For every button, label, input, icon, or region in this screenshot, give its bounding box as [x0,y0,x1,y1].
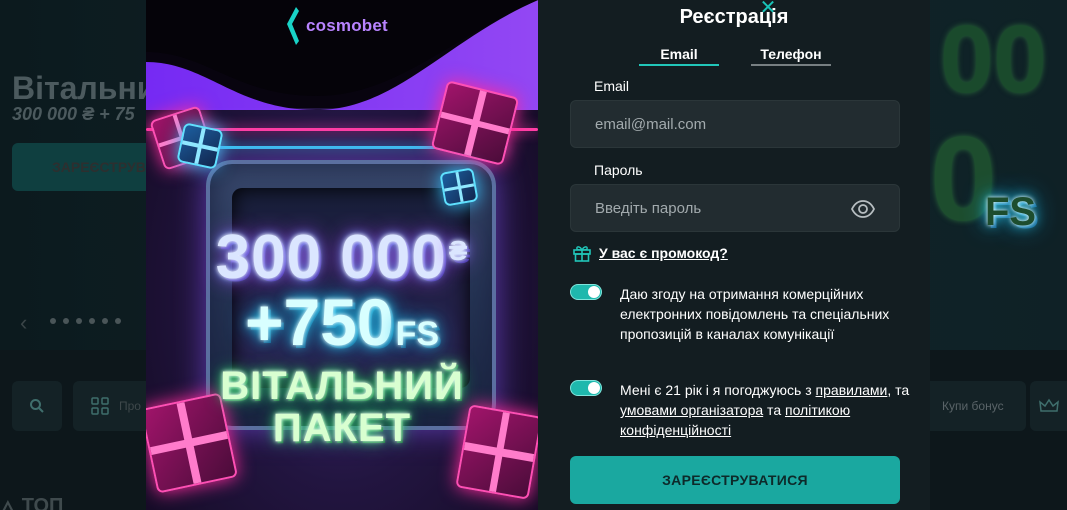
cosmobet-logo-icon [287,7,299,45]
age-consent-text-2: , та [887,382,910,398]
marketing-consent-toggle[interactable] [570,284,602,300]
category-label: Про [119,399,141,413]
carousel-dot[interactable] [89,318,95,324]
grid-icon [91,397,109,415]
tab-email[interactable]: Email [639,46,719,66]
age-consent-text-3: та [763,402,785,418]
close-icon[interactable]: ✕ [758,0,778,20]
promo-code-link[interactable]: У вас є промокод? [572,243,728,263]
age-consent-toggle[interactable] [570,380,602,396]
hero-art-top-text: 00 [940,6,1047,113]
crown-icon [1038,398,1059,412]
registration-form: Реєстрація Email Телефон Email Пароль У … [538,0,930,510]
category-button[interactable]: Про [73,381,153,431]
hero-title: Вітальни [12,70,157,106]
email-field-container [570,100,900,148]
brand-logo-text: cosmobet [306,16,388,35]
vip-button[interactable] [1030,381,1067,431]
free-spins-unit: FS [395,315,440,353]
promo-welcome-text: ВІТАЛЬНИЙ [220,364,464,408]
carousel-dot[interactable] [115,318,121,324]
organizer-terms-link[interactable]: умовами організатора [620,402,763,418]
promo-banner: cosmobet 300 000₴ +750FS ВІТАЛЬНИЙ ПАКЕТ [146,0,538,510]
password-field[interactable] [595,199,835,217]
fire-icon: 🜂 [0,498,16,510]
password-label: Пароль [594,162,643,178]
tab-phone[interactable]: Телефон [751,46,831,66]
promo-code-link-text: У вас є промокод? [599,245,728,261]
form-title: Реєстрація [679,6,789,28]
bonus-buy-label: Купи бонус [942,399,1004,413]
rules-link[interactable]: правилами [816,382,888,398]
bonus-buy-button[interactable]: Купи бонус [922,381,1026,431]
brand-logo: cosmobet [284,6,388,46]
free-spins: +750FS [146,284,538,360]
carousel-prev-icon[interactable]: ‹ [20,310,27,336]
email-label: Email [594,78,630,94]
toggle-knob [588,286,600,298]
gift-icon [573,246,591,262]
top-section-label: ТОП [21,495,64,510]
hero-subtitle: 300 000 ₴ + 75 [12,104,135,124]
carousel-dot[interactable] [63,318,69,324]
show-password-icon[interactable] [851,197,875,221]
bonus-amount: 300 000₴ [146,222,538,293]
bonus-amount-value: 300 000 [215,223,447,292]
gift-box-illustration [176,122,224,170]
free-spins-value: +750 [244,285,394,359]
age-consent-text: Мені є 21 рік і я погоджуюсь з правилами… [620,380,910,440]
age-consent-text-1: Мені є 21 рік і я погоджуюсь з [620,382,816,398]
top-section-heading: 🜂 ТОП [0,488,63,510]
toggle-knob [588,382,600,394]
register-button[interactable]: ЗАРЕЄСТРУВАТИСЯ [570,456,900,504]
promo-package-text: ПАКЕТ [272,406,412,450]
carousel-dots [50,318,121,324]
password-field-container [570,184,900,232]
search-button[interactable] [12,381,62,431]
search-icon [30,399,44,413]
carousel-dot[interactable] [50,318,56,324]
marketing-consent-text: Даю згоду на отримання комерційних елект… [620,286,890,342]
email-field[interactable] [595,115,835,133]
carousel-dot[interactable] [76,318,82,324]
hero-right-art: 00 0 FS [930,0,1067,250]
gift-box-illustration [439,167,479,207]
carousel-dot[interactable] [102,318,108,324]
hero-art-fs-text: FS [985,190,1037,234]
bonus-currency: ₴ [448,235,469,266]
registration-modal: cosmobet 300 000₴ +750FS ВІТАЛЬНИЙ ПАКЕТ… [146,0,930,510]
